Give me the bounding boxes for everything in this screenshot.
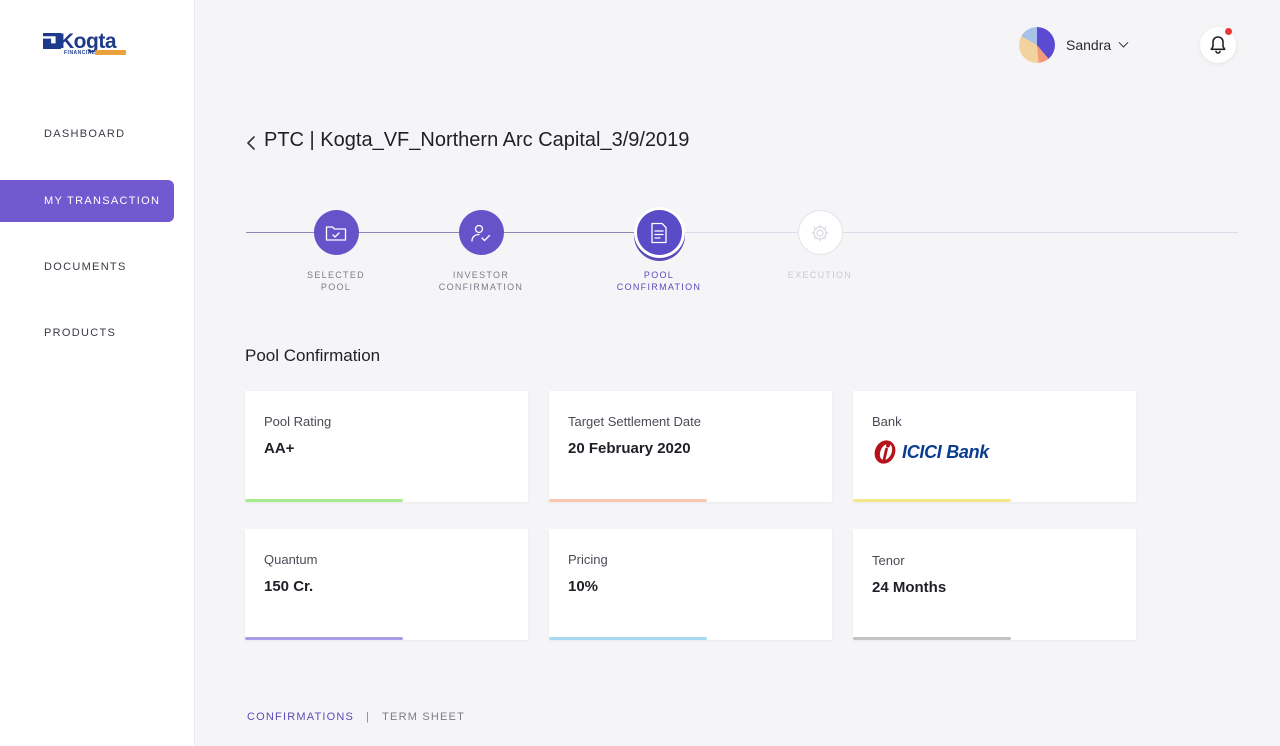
back-button[interactable] — [244, 134, 258, 152]
user-menu[interactable]: Sandra — [1019, 27, 1129, 63]
sidebar-item-products[interactable]: PRODUCTS — [0, 312, 174, 354]
card-target-settlement-date: Target Settlement Date 20 February 2020 — [549, 391, 832, 502]
card-value: 10% — [568, 578, 599, 595]
brand-tagline-strip — [95, 50, 126, 55]
user-check-icon — [471, 224, 491, 242]
tab-term-sheet[interactable]: TERM SHEET — [382, 711, 465, 723]
card-quantum: Quantum 150 Cr. — [245, 529, 528, 640]
step-circle[interactable] — [636, 210, 682, 255]
notifications-button[interactable] — [1200, 27, 1236, 63]
step-label-line1: POOL — [643, 270, 675, 280]
step-circle[interactable] — [313, 210, 359, 255]
step-label-line1: INVESTOR — [452, 270, 510, 280]
step-label-line2: CONFIRMATION — [616, 281, 702, 292]
folder-check-icon — [325, 225, 347, 241]
notification-badge — [1225, 28, 1232, 35]
user-name: Sandra — [1066, 37, 1112, 53]
bell-icon — [1210, 36, 1226, 54]
step-label-line2: CONFIRMATION — [438, 281, 524, 292]
page-title: PTC | Kogta_VF_Northern Arc Capital_3/9/… — [264, 129, 690, 151]
sidebar-item-my-transaction[interactable]: MY TRANSACTION — [0, 180, 174, 222]
step-label-line2: POOL — [320, 281, 352, 292]
card-accent-bar — [245, 499, 403, 502]
card-label: Tenor — [872, 553, 905, 568]
card-label: Target Settlement Date — [568, 414, 701, 429]
card-accent-bar — [245, 637, 403, 640]
icici-bank-logo: ICICI Bank — [872, 438, 989, 466]
avatar[interactable] — [1019, 27, 1055, 63]
detail-tabs: CONFIRMATIONS | TERM SHEET — [247, 711, 465, 723]
card-accent-bar — [549, 637, 707, 640]
step-circle[interactable] — [797, 210, 843, 255]
sidebar-item-dashboard[interactable]: DASHBOARD — [0, 113, 174, 155]
card-label: Bank — [872, 414, 902, 429]
card-label: Pool Rating — [264, 414, 332, 429]
tab-confirmations[interactable]: CONFIRMATIONS — [247, 711, 354, 723]
step-label: EXECUTION — [787, 270, 853, 280]
step-pool-confirmation[interactable]: POOL CONFIRMATION — [599, 210, 719, 293]
card-pool-rating: Pool Rating AA+ — [245, 391, 528, 502]
step-investor-confirmation[interactable]: INVESTOR CONFIRMATION — [421, 210, 541, 293]
card-value: AA+ — [264, 440, 295, 457]
gear-icon — [811, 223, 829, 242]
stepper-remaining-line — [658, 232, 1238, 233]
card-value: 24 Months — [872, 579, 947, 596]
card-accent-bar — [549, 499, 707, 502]
document-list-icon — [651, 222, 667, 243]
card-value: 20 February 2020 — [568, 440, 691, 457]
step-execution[interactable]: EXECUTION — [760, 210, 880, 282]
sidebar-item-documents[interactable]: DOCUMENTS — [0, 246, 174, 288]
step-selected-pool[interactable]: SELECTED POOL — [276, 210, 396, 293]
kogta-logo[interactable]: Kogta FINANCIAL — [43, 30, 127, 61]
step-label: POOL CONFIRMATION — [599, 270, 719, 293]
step-label: INVESTOR CONFIRMATION — [421, 270, 541, 293]
icici-logo-icon — [874, 440, 896, 464]
card-pricing: Pricing 10% — [549, 529, 832, 640]
card-bank: Bank ICICI Bank — [853, 391, 1136, 502]
card-accent-bar — [853, 499, 1011, 502]
card-label: Pricing — [568, 552, 608, 567]
sidebar: Kogta FINANCIAL DASHBOARD MY TRANSACTION… — [0, 0, 194, 746]
bank-name: ICICI Bank — [902, 441, 990, 462]
section-title: Pool Confirmation — [245, 346, 381, 365]
brand-sub: FINANCIAL — [64, 50, 96, 56]
card-label: Quantum — [264, 552, 318, 567]
tab-separator: | — [366, 711, 371, 723]
card-tenor: Tenor 24 Months — [853, 529, 1136, 640]
chevron-down-icon[interactable] — [1118, 37, 1129, 48]
card-accent-bar — [853, 637, 1011, 640]
card-value: 150 Cr. — [264, 578, 314, 595]
step-label: SELECTED POOL — [276, 270, 396, 293]
step-label-line1: SELECTED — [307, 270, 365, 280]
step-circle[interactable] — [458, 210, 504, 255]
chevron-left-icon — [247, 136, 255, 150]
